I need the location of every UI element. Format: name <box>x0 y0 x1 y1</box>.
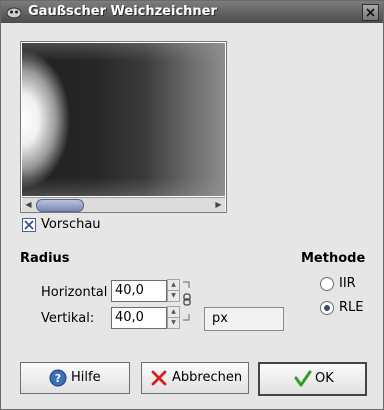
preview-checkbox[interactable] <box>22 218 36 232</box>
decrease-icon[interactable]: ▼ <box>167 290 180 302</box>
window-title: Gaußscher Weichzeichner <box>28 4 217 19</box>
preview-horizontal-scrollbar[interactable]: ◀ ▶ <box>22 197 225 212</box>
svg-text:?: ? <box>55 372 61 385</box>
decrease-icon[interactable]: ▼ <box>167 317 180 329</box>
horizontal-radius-input[interactable]: 40,0 <box>111 280 167 302</box>
scroll-right-icon[interactable]: ▶ <box>213 199 224 210</box>
unit-value: px <box>212 311 228 326</box>
help-button[interactable]: ? Hilfe <box>20 362 130 394</box>
preview-checkbox-label: Vorschau <box>41 217 101 232</box>
preview-area: ◀ ▶ <box>20 41 227 213</box>
method-label-iir: IIR <box>339 276 356 291</box>
vertical-radius-stepper[interactable]: ▲ ▼ <box>167 306 180 329</box>
method-radio-rle[interactable] <box>320 301 334 315</box>
title-bar[interactable]: Gaußscher Weichzeichner <box>1 1 383 23</box>
vertical-radius-value: 40,0 <box>115 310 144 325</box>
scroll-left-icon[interactable]: ◀ <box>23 199 34 210</box>
help-icon: ? <box>49 369 67 387</box>
dialog-window: Gaußscher Weichzeichner ◀ ▶ Vorschau Rad… <box>0 0 384 410</box>
checkmark-x-icon <box>24 220 34 230</box>
method-radio-iir[interactable] <box>320 277 334 291</box>
method-heading: Methode <box>301 251 366 266</box>
cancel-x-icon <box>150 369 168 387</box>
method-label-rle: RLE <box>339 300 364 315</box>
radius-heading: Radius <box>20 251 70 266</box>
help-button-label: Hilfe <box>71 370 101 385</box>
gimp-app-icon <box>6 5 22 19</box>
ok-button-label: OK <box>315 371 334 386</box>
horizontal-label: Horizontal <box>41 285 108 300</box>
cancel-button[interactable]: Abbrechen <box>141 362 249 394</box>
scrollbar-thumb[interactable] <box>36 199 84 212</box>
chain-link-icon[interactable] <box>181 280 193 322</box>
cancel-button-label: Abbrechen <box>172 370 243 385</box>
horizontal-radius-stepper[interactable]: ▲ ▼ <box>167 279 180 302</box>
ok-button[interactable]: OK <box>258 362 367 396</box>
close-button[interactable] <box>362 4 379 21</box>
horizontal-radius-value: 40,0 <box>115 283 144 298</box>
checkmark-icon <box>294 370 312 388</box>
unit-selector[interactable]: px <box>204 307 284 331</box>
close-icon <box>366 8 375 17</box>
vertical-radius-input[interactable]: 40,0 <box>111 307 167 329</box>
vertical-label: Vertikal: <box>41 311 95 326</box>
preview-image[interactable] <box>22 43 225 196</box>
